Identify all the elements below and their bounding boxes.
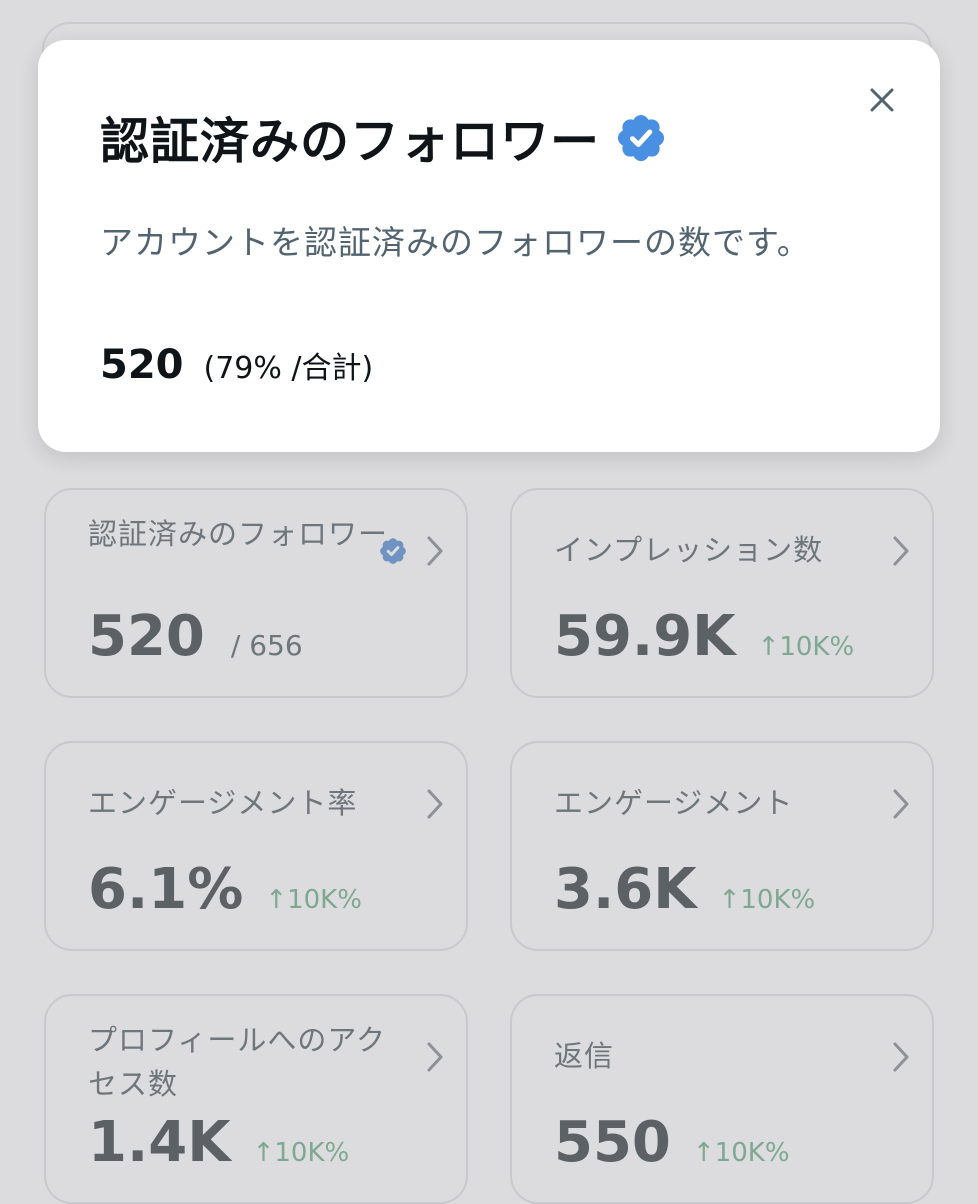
card-engagement-rate[interactable]: エンゲージメント率 6.1% ↑10K% [44, 741, 468, 951]
card-value-row: 59.9K ↑10K% [554, 604, 854, 669]
card-label: エンゲージメント [554, 786, 794, 820]
chevron-right-icon [890, 787, 912, 821]
chevron-right-icon [424, 534, 446, 568]
card-trend: ↑10K% [757, 632, 855, 662]
card-total: / 656 [230, 629, 303, 662]
card-trend: ↑10K% [718, 885, 816, 915]
verified-badge-icon [378, 536, 408, 566]
chevron-right-icon [890, 1040, 912, 1074]
card-verified-followers[interactable]: 認証済みのフォロワー 520 / 656 [44, 488, 468, 698]
popover-percent: (79% /合計) [203, 351, 374, 386]
card-value-row: 520 / 656 [88, 604, 303, 669]
card-value: 3.6K [554, 857, 697, 922]
card-value-row: 6.1% ↑10K% [88, 857, 362, 922]
card-label: 返信 [554, 1039, 615, 1073]
card-engagements[interactable]: エンゲージメント 3.6K ↑10K% [510, 741, 934, 951]
verified-followers-popover: 認証済みのフォロワー アカウントを認証済みのフォロワーの数です。 520 (79… [38, 40, 940, 452]
popover-stat: 520 (79% /合計) [100, 342, 373, 388]
card-value-row: 3.6K ↑10K% [554, 857, 815, 922]
card-value-row: 1.4K ↑10K% [88, 1110, 349, 1175]
card-trend: ↑10K% [265, 885, 362, 915]
card-value: 520 [88, 604, 205, 669]
card-value: 6.1% [88, 857, 244, 922]
card-value: 1.4K [88, 1110, 231, 1175]
card-label: エンゲージメント率 [88, 786, 358, 820]
popover-title: 認証済みのフォロワー [100, 102, 668, 173]
popover-value: 520 [100, 342, 184, 388]
card-impressions[interactable]: インプレッション数 59.9K ↑10K% [510, 488, 934, 698]
card-value: 550 [554, 1110, 671, 1175]
chevron-right-icon [890, 534, 912, 568]
card-value: 59.9K [554, 604, 736, 669]
card-trend: ↑10K% [692, 1138, 790, 1168]
card-label: プロフィールへのアクセス数 [88, 1023, 386, 1101]
chevron-right-icon [424, 787, 446, 821]
card-label: 認証済みのフォロワー [88, 517, 389, 551]
verified-badge-icon [614, 111, 668, 165]
popover-description: アカウントを認証済みのフォロワーの数です。 [100, 223, 811, 262]
card-replies[interactable]: 返信 550 ↑10K% [510, 994, 934, 1204]
chevron-right-icon [424, 1040, 446, 1074]
close-icon[interactable] [864, 82, 900, 118]
card-label: インプレッション数 [554, 533, 824, 567]
card-profile-visits[interactable]: プロフィールへのアクセス数 1.4K ↑10K% [44, 994, 468, 1204]
card-trend: ↑10K% [252, 1138, 350, 1168]
popover-title-text: 認証済みのフォロワー [100, 113, 601, 170]
card-value-row: 550 ↑10K% [554, 1110, 790, 1175]
